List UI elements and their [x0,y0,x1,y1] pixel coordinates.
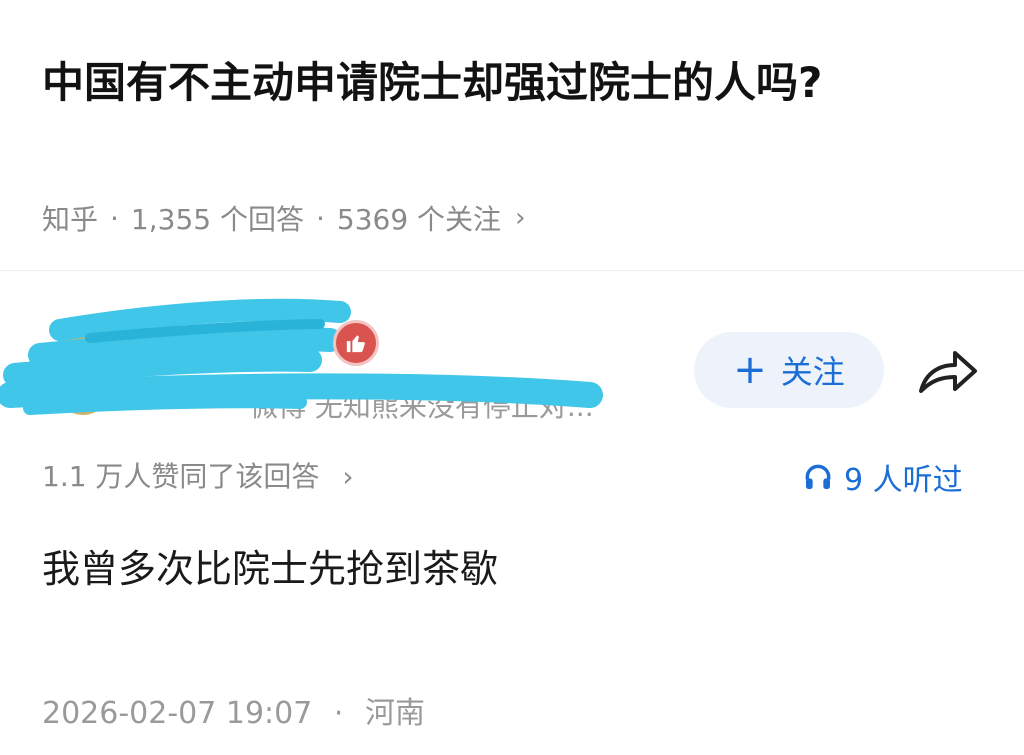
thumbs-up-glyph [346,335,365,353]
meta-separator: · [110,201,119,235]
plus-icon: + [733,347,767,393]
chevron-right-icon: › [515,203,526,233]
question-title[interactable]: 中国有不主动申请院士却强过院士的人吗? [42,48,942,118]
divider [0,270,1024,271]
answer-timestamp: 2026-02-07 19:07 [42,696,313,731]
listens-count: 9 人听过 [844,463,963,498]
follow-button[interactable]: + 关注 [694,332,884,408]
author-row: 微博 无知熊来没有停止对... + 关注 [0,290,1024,430]
chevron-right-icon: › [342,460,354,493]
vote-summary[interactable]: 1.1 万人赞同了该回答 › [42,455,354,495]
answer-content[interactable]: 我曾多次比院士先抢到茶歇 [42,538,498,593]
followers-count: 5369 个关注 [336,203,502,236]
question-meta[interactable]: 知乎 · 1,355 个回答 · 5369 个关注 › [42,198,525,238]
redaction-scribble [0,298,603,415]
answer-footer: 2026-02-07 19:07 · 河南 [42,688,425,732]
source-label: 知乎 [42,203,99,236]
headphones-icon [805,464,831,489]
follow-label: 关注 [780,353,845,391]
listen-info[interactable]: 9 人听过 [802,455,963,499]
share-icon[interactable] [915,345,981,397]
meta-separator: · [315,201,325,235]
answer-location: 河南 [364,696,425,731]
answers-count: 1,355 个回答 [130,203,304,236]
votes-text: 1.1 万人赞同了该回答 [42,460,320,493]
footer-separator: · [333,696,344,731]
thumbs-up-icon [333,320,379,366]
